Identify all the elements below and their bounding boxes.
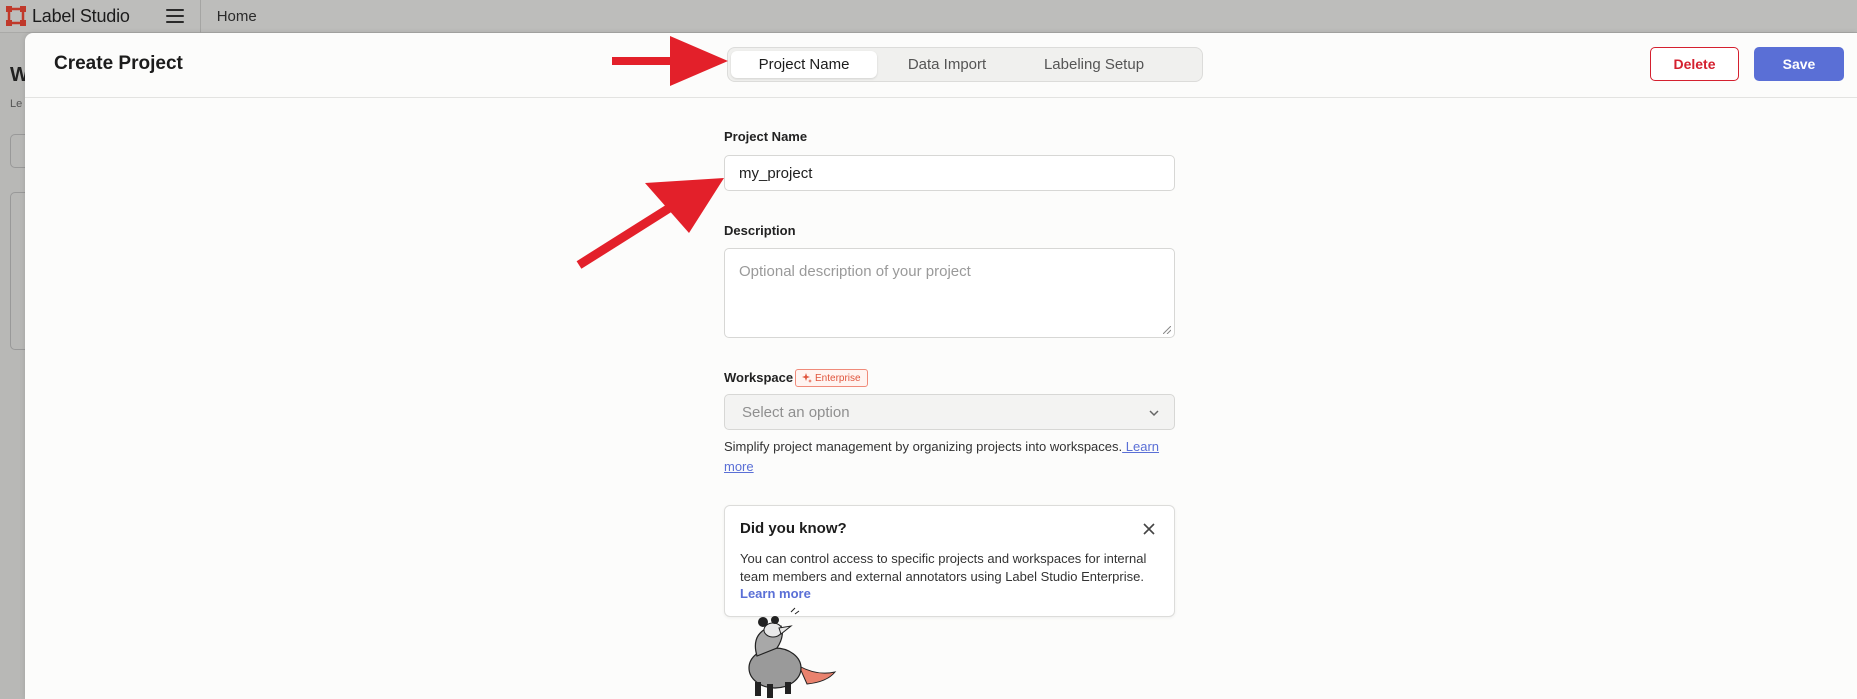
opossum-mascot-illustration bbox=[748, 607, 837, 698]
workspace-select-placeholder: Select an option bbox=[742, 403, 850, 421]
step-tabs: Project Name Data Import Labeling Setup bbox=[727, 47, 1203, 82]
workspace-helper-body: Simplify project management by organizin… bbox=[724, 439, 1123, 454]
project-name-input[interactable]: my_project bbox=[724, 155, 1175, 191]
save-button[interactable]: Save bbox=[1754, 47, 1844, 81]
tab-project-name[interactable]: Project Name bbox=[731, 51, 877, 78]
close-icon[interactable] bbox=[1142, 522, 1156, 536]
description-label: Description bbox=[724, 223, 796, 238]
app-name: Label Studio bbox=[32, 5, 130, 26]
tip-learn-more-link[interactable]: Learn more bbox=[740, 586, 811, 601]
tab-labeling-setup[interactable]: Labeling Setup bbox=[1017, 51, 1171, 78]
hamburger-menu-icon[interactable] bbox=[165, 9, 184, 23]
tab-data-import[interactable]: Data Import bbox=[877, 51, 1017, 78]
breadcrumb-home[interactable]: Home bbox=[217, 8, 257, 25]
create-project-modal: Create Project Project Name Data Import … bbox=[25, 33, 1857, 699]
enterprise-badge: Enterprise bbox=[795, 369, 868, 387]
project-name-label: Project Name bbox=[724, 129, 808, 144]
tip-title: Did you know? bbox=[740, 520, 847, 537]
background-card bbox=[10, 192, 25, 350]
modal-title: Create Project bbox=[54, 53, 183, 74]
background-page: W Le bbox=[0, 34, 25, 699]
description-placeholder: Optional description of your project bbox=[739, 263, 971, 280]
workspace-label: Workspace bbox=[724, 370, 794, 385]
modal-header: Create Project Project Name Data Import … bbox=[25, 33, 1857, 98]
chevron-down-icon bbox=[1149, 410, 1159, 417]
background-subtitle: Le bbox=[10, 98, 23, 110]
delete-button[interactable]: Delete bbox=[1650, 47, 1739, 81]
app-topbar: Label Studio Home bbox=[0, 0, 1857, 33]
enterprise-badge-label: Enterprise bbox=[815, 372, 861, 384]
app-logo[interactable]: Label Studio bbox=[6, 6, 130, 27]
background-search-box bbox=[10, 134, 25, 168]
description-textarea[interactable]: Optional description of your project bbox=[724, 248, 1175, 338]
resize-handle-icon[interactable] bbox=[1163, 326, 1171, 334]
tip-body: You can control access to specific proje… bbox=[740, 551, 1147, 584]
label-studio-logo-icon bbox=[6, 6, 26, 26]
sparkle-icon bbox=[802, 373, 812, 383]
workspace-helper-text: Simplify project management by organizin… bbox=[724, 437, 1184, 477]
workspace-select[interactable]: Select an option bbox=[724, 394, 1175, 430]
background-heading: W bbox=[10, 64, 25, 86]
topbar-divider bbox=[199, 0, 201, 33]
did-you-know-card: Did you know? You can control access to … bbox=[724, 505, 1175, 617]
